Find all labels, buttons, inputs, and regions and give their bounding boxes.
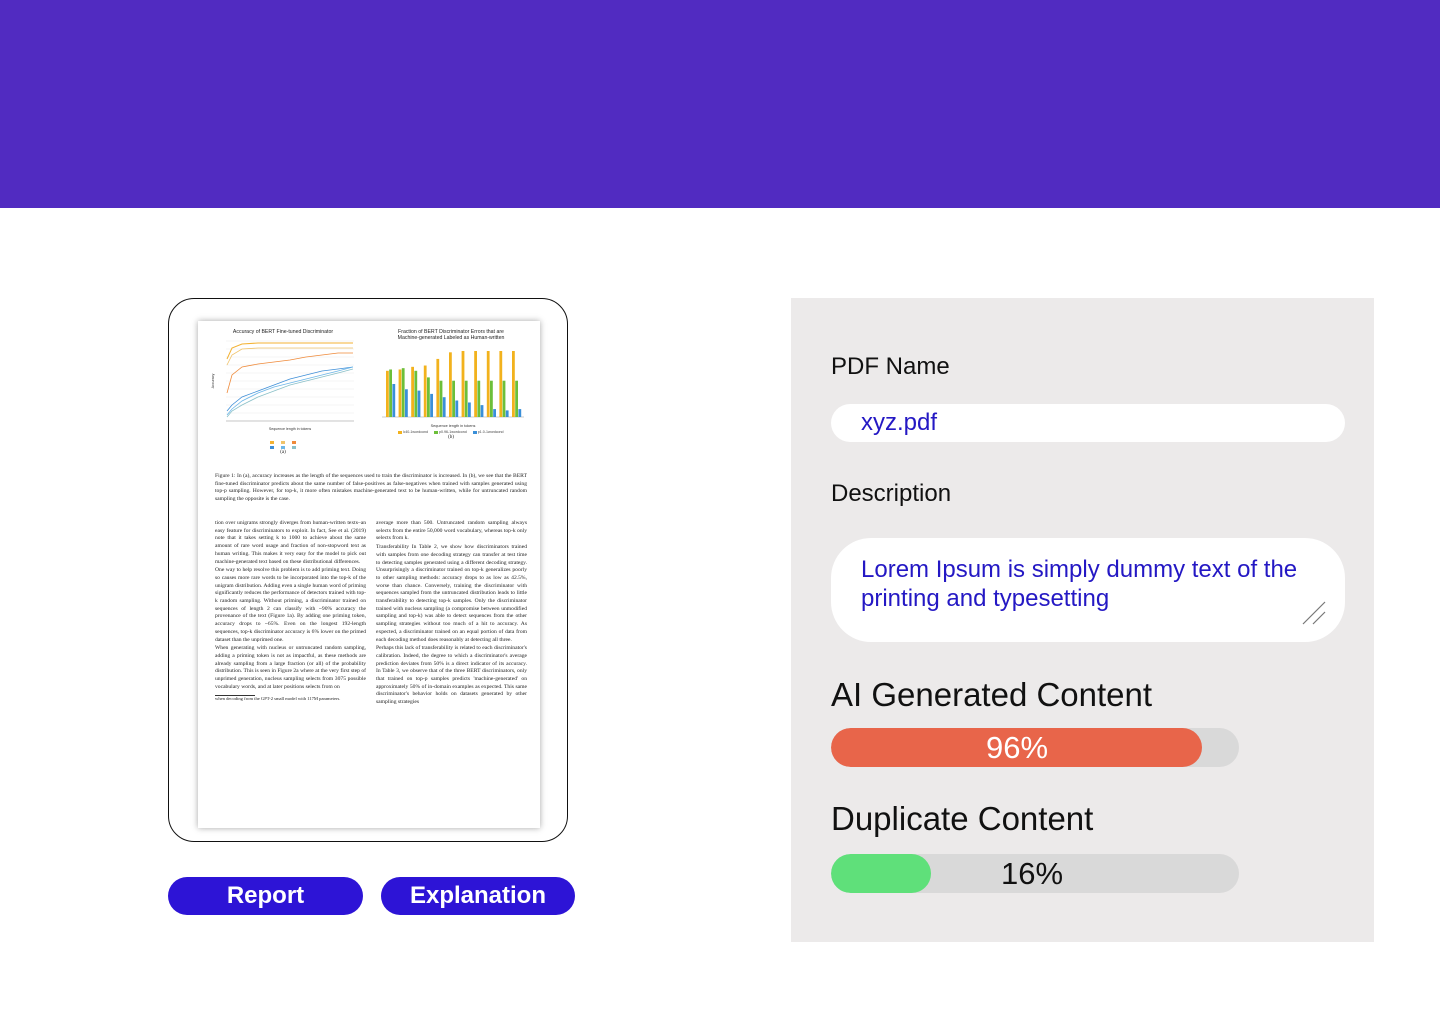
figure-a-caption: (a) — [280, 450, 286, 455]
ai-generated-title: AI Generated Content — [831, 676, 1153, 713]
paragraph: When generating with nucleus or untrunca… — [215, 645, 366, 690]
pdf-name-label: PDF Name — [831, 353, 950, 380]
figure-b-bar — [398, 369, 402, 417]
figure-b-bar — [518, 409, 522, 417]
text-column-left: tion over unigrams strongly diverges fro… — [215, 520, 366, 702]
paragraph: Perhaps this lack of transferability is … — [376, 645, 527, 706]
figure-b-bar — [449, 352, 452, 417]
figure-b-bar — [405, 389, 408, 417]
figure-b-bar — [468, 402, 471, 417]
duplicate-content-percent: 16% — [1000, 856, 1064, 891]
figure-b-bar — [430, 393, 433, 417]
figure-b-legend-item: p0.96-1wordcond — [439, 430, 467, 434]
figure-b-caption: (b) — [448, 435, 454, 440]
figure-a-legend — [208, 440, 358, 449]
pdf-name-field[interactable]: xyz.pdf — [831, 404, 1345, 442]
description-text: Lorem Ipsum is simply dummy text of the … — [861, 556, 1298, 612]
figure-b-bar — [480, 405, 484, 417]
figure-b-bar — [455, 400, 459, 417]
figure-b-bar — [493, 409, 496, 417]
figure-a-ylabel: Accuracy — [211, 373, 215, 388]
duplicate-content-title: Duplicate Content — [831, 800, 1094, 837]
figure-b-legend-item: p1.0-1wordcond — [477, 430, 504, 434]
figure-b-bar-chart: Sequence length in tokens — [382, 351, 524, 428]
figure-b-bar — [486, 351, 490, 417]
figure-b: Fraction of BERT Discriminator Errors th… — [376, 329, 526, 440]
figure-b-bar — [502, 380, 506, 417]
figure-b-bar — [461, 351, 465, 417]
figure-b-bar — [515, 380, 518, 417]
paragraph: tion over unigrams strongly diverges fro… — [215, 520, 366, 565]
figure-b-bar — [499, 351, 503, 417]
figure-b-bar — [464, 380, 468, 417]
explanation-button[interactable]: Explanation — [381, 877, 575, 915]
paragraph: Transferability In Table 2, we show how … — [376, 544, 527, 643]
ai-generated-progress-bar: 96% — [831, 728, 1239, 767]
figure-b-bar — [477, 380, 481, 417]
figure-b-bar — [417, 390, 421, 417]
figure-a-line-chart: Sequence length in tokens Accuracy — [211, 340, 354, 431]
figure-b-bar — [401, 368, 405, 417]
figure-b-title-line2: Machine-generated Labeled as Human-writt… — [397, 335, 505, 341]
figure-b-xlabel: Sequence length in tokens — [431, 424, 476, 428]
figure-b-bar — [512, 351, 515, 417]
figure-b-bar — [452, 380, 455, 417]
report-button[interactable]: Report — [168, 877, 363, 915]
description-field[interactable]: Lorem Ipsum is simply dummy text of the … — [831, 538, 1345, 642]
figure-b-bar — [389, 369, 392, 417]
figure-b-bar — [386, 370, 389, 417]
figure-b-bar — [414, 370, 418, 417]
description-label: Description — [831, 480, 952, 507]
figure-b-legend-item: k40-1wordcond — [403, 430, 428, 434]
figure-b-bar — [490, 380, 493, 417]
figure-a: Accuracy of BERT Fine-tuned Discriminato… — [208, 329, 358, 455]
figure-b-bar — [505, 410, 509, 417]
header-banner — [0, 0, 1440, 208]
pdf-preview-frame: Accuracy of BERT Fine-tuned Discriminato… — [168, 298, 568, 842]
duplicate-content-progress-bar: 16% — [831, 854, 1239, 893]
ai-generated-percent: 96% — [985, 730, 1049, 765]
pdf-page-thumbnail: Accuracy of BERT Fine-tuned Discriminato… — [198, 321, 540, 828]
figure-a-xlabel: Sequence length in tokens — [269, 427, 312, 431]
text-column-right: average more than 500. Untruncated rando… — [376, 520, 527, 708]
paragraph: One way to help resolve this problem is … — [215, 567, 366, 643]
figure-b-legend: k40-1wordcond p0.96-1wordcond p1.0-1word… — [376, 430, 526, 434]
details-panel: PDF Name xyz.pdf Description Lorem Ipsum… — [791, 298, 1374, 942]
figure-b-bar — [439, 380, 443, 417]
figure-b-bar — [411, 366, 414, 417]
paragraph: average more than 500. Untruncated rando… — [376, 520, 527, 542]
figure-b-bar — [436, 358, 440, 417]
figure-caption: Figure 1: In (a), accuracy increases as … — [215, 473, 527, 502]
figure-b-bar — [442, 397, 446, 417]
figure-b-bar — [392, 384, 396, 417]
footnote: when decoding from the GPT-2 small model… — [215, 696, 341, 702]
figure-b-bar — [427, 377, 430, 417]
figure-b-bar — [474, 351, 477, 417]
figure-b-bar — [423, 365, 427, 417]
resize-handle-icon[interactable] — [1299, 598, 1329, 628]
